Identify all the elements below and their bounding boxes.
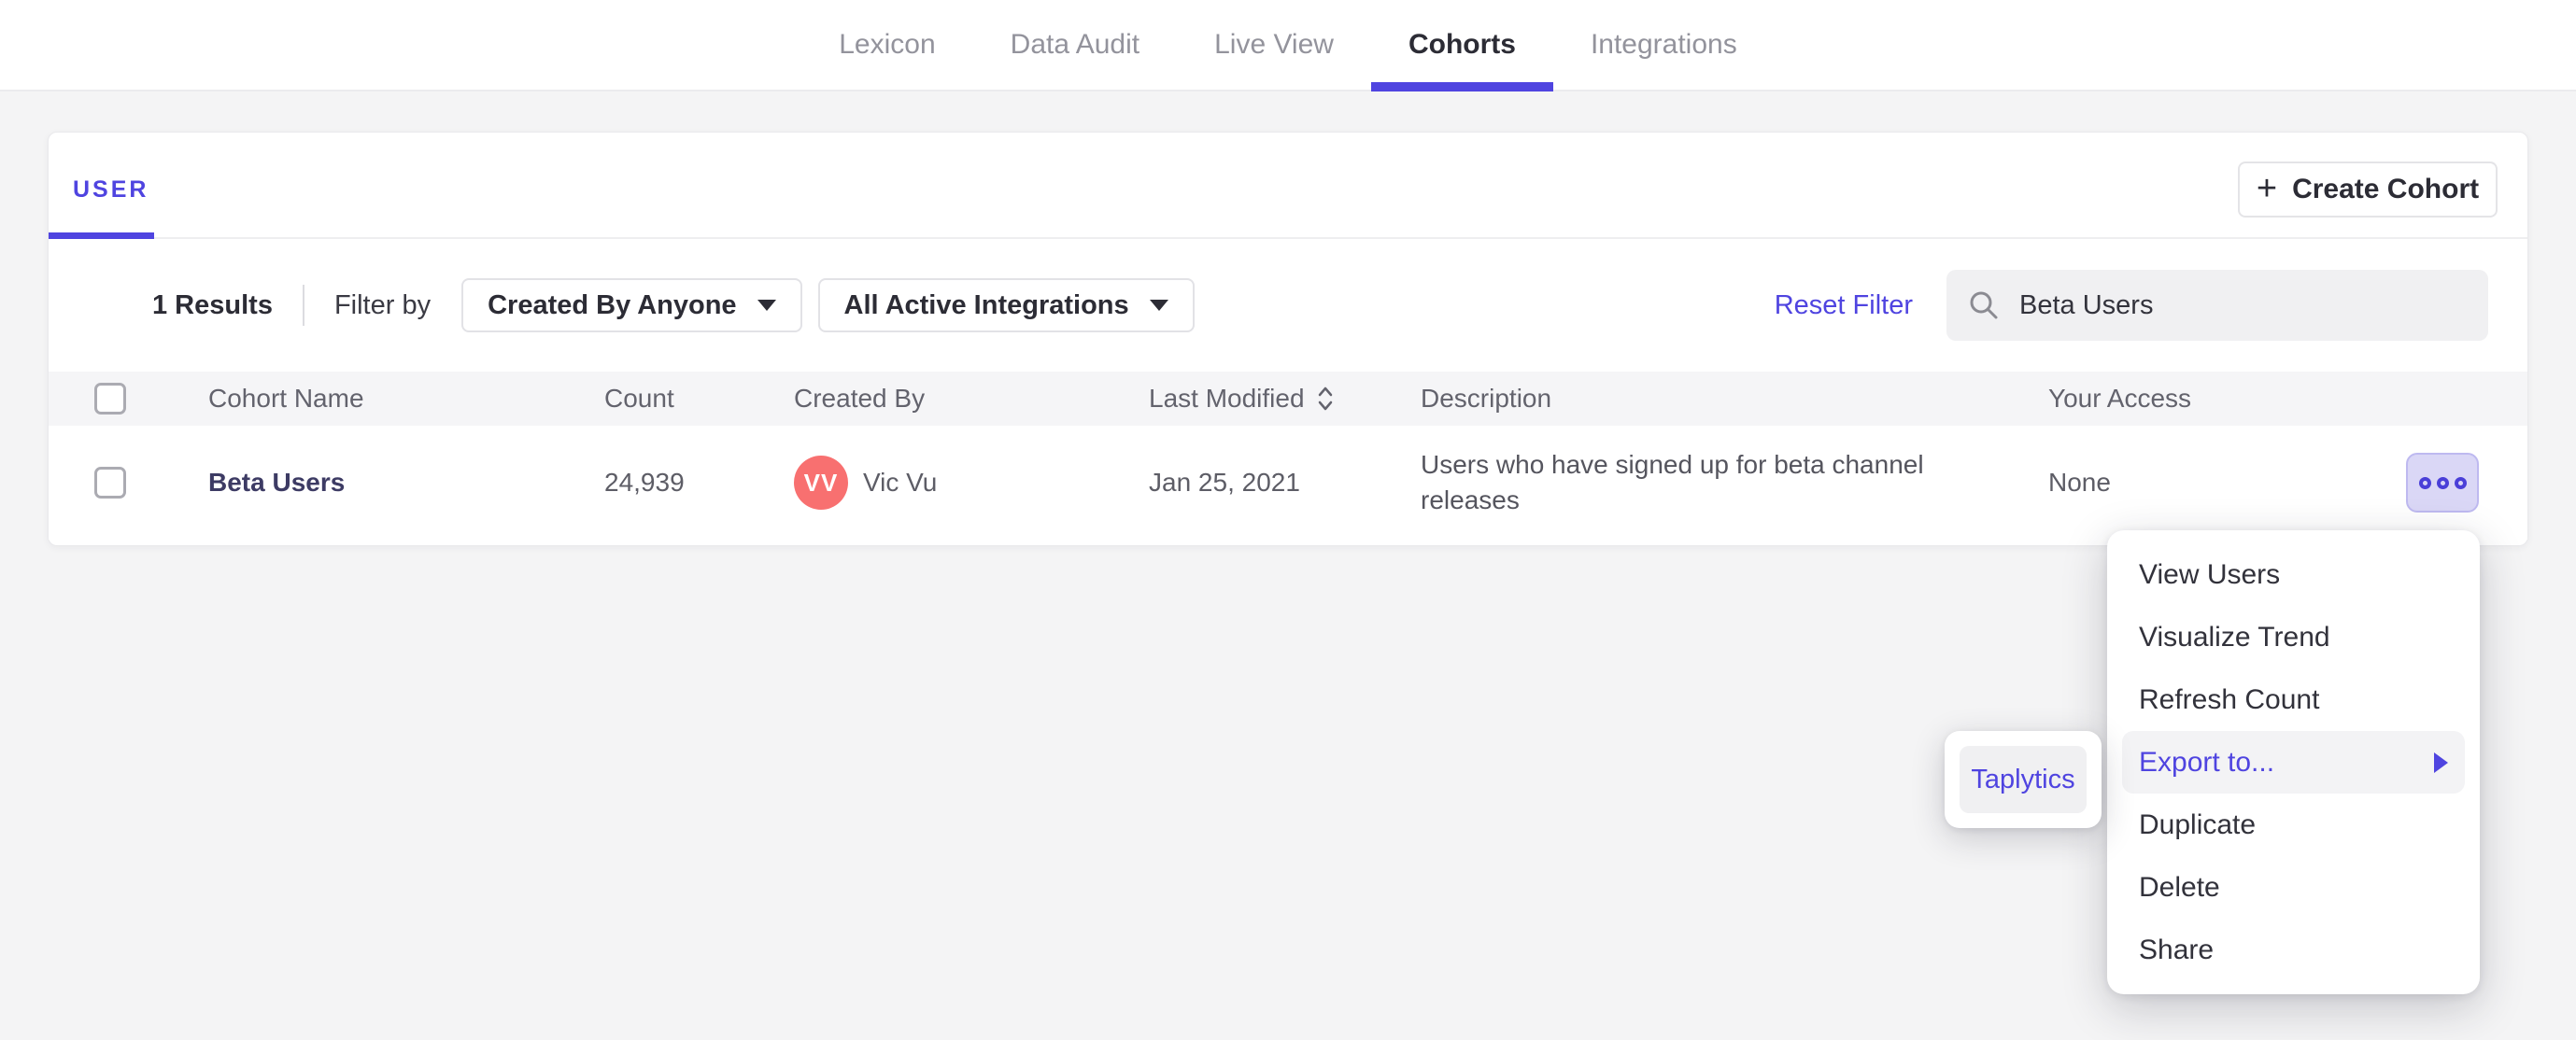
tab-data-audit[interactable]: Data Audit <box>973 0 1177 90</box>
select-all-checkbox[interactable] <box>94 383 126 415</box>
menu-item-label: Refresh Count <box>2139 683 2320 715</box>
table-header: Cohort Name Count Created By Last Modifi… <box>49 372 2527 426</box>
chevron-down-icon <box>757 300 776 311</box>
avatar: VV <box>794 456 848 510</box>
tab-lexicon[interactable]: Lexicon <box>801 0 972 90</box>
header-your-access: Your Access <box>2048 384 2192 413</box>
menu-item-duplicate[interactable]: Duplicate <box>2122 794 2465 856</box>
submenu-item-label: Taplytics <box>1971 764 2075 794</box>
row-checkbox[interactable] <box>94 467 126 499</box>
create-cohort-button[interactable]: + Create Cohort <box>2238 162 2498 218</box>
tab-live-view[interactable]: Live View <box>1177 0 1371 90</box>
menu-item-refresh-count[interactable]: Refresh Count <box>2122 668 2465 731</box>
created-by-name: Vic Vu <box>863 468 938 497</box>
created-by-dropdown[interactable]: Created By Anyone <box>461 278 802 332</box>
search-input[interactable]: Beta Users <box>1946 270 2488 341</box>
search-icon <box>1970 291 1998 319</box>
created-by-dropdown-value: Created By Anyone <box>488 289 737 320</box>
row-context-menu: View Users Visualize Trend Refresh Count… <box>2107 530 2480 994</box>
cohort-name-link[interactable]: Beta Users <box>208 468 345 498</box>
create-cohort-label: Create Cohort <box>2292 174 2480 204</box>
results-count: 1 Results <box>152 289 273 320</box>
tab-cohorts[interactable]: Cohorts <box>1370 0 1553 91</box>
more-options-button[interactable] <box>2406 453 2479 513</box>
header-last-modified-label: Last Modified <box>1149 384 1305 413</box>
filter-bar: 1 Results Filter by Created By Anyone Al… <box>49 239 2527 372</box>
last-modified-value: Jan 25, 2021 <box>1149 468 1300 497</box>
plus-icon: + <box>2256 168 2278 208</box>
description-value: Users who have signed up for beta channe… <box>1421 450 1924 514</box>
header-description: Description <box>1421 384 1552 413</box>
header-created-by: Created By <box>794 384 926 413</box>
cohorts-panel: USER + Create Cohort 1 Results Filter by… <box>48 132 2528 546</box>
menu-item-label: Duplicate <box>2139 808 2257 840</box>
header-last-modified[interactable]: Last Modified <box>1149 384 1335 414</box>
filter-by-label: Filter by <box>333 289 432 320</box>
user-tab-underline <box>49 232 154 239</box>
created-by-cell: VV Vic Vu <box>794 456 937 510</box>
tab-live-view-label: Live View <box>1214 29 1334 60</box>
tab-integrations-label: Integrations <box>1590 29 1737 60</box>
panel-tabstrip: USER + Create Cohort <box>49 133 2527 239</box>
top-navigation: Lexicon Data Audit Live View Cohorts Int… <box>0 0 2576 91</box>
sort-icon[interactable] <box>1316 384 1335 414</box>
table-row: Beta Users 24,939 VV Vic Vu Jan 25, 2021… <box>49 426 2527 540</box>
submenu-arrow-icon <box>2434 752 2448 773</box>
submenu-item-taplytics[interactable]: Taplytics <box>1960 746 2087 813</box>
search-input-value: Beta Users <box>2019 289 2154 320</box>
tab-data-audit-label: Data Audit <box>1010 29 1140 60</box>
menu-item-label: Share <box>2139 934 2215 965</box>
menu-item-label: Export to... <box>2139 746 2275 778</box>
your-access-value: None <box>2048 468 2111 497</box>
tab-cohorts-label: Cohorts <box>1408 29 1516 60</box>
menu-item-label: View Users <box>2139 558 2281 590</box>
integrations-dropdown[interactable]: All Active Integrations <box>817 278 1195 332</box>
tab-lexicon-label: Lexicon <box>839 29 936 60</box>
cohort-count: 24,939 <box>604 468 685 497</box>
export-submenu: Taplytics <box>1945 731 2102 828</box>
chevron-down-icon <box>1149 300 1168 311</box>
menu-item-label: Delete <box>2139 871 2220 903</box>
menu-item-visualize-trend[interactable]: Visualize Trend <box>2122 606 2465 668</box>
tab-user[interactable]: USER <box>73 176 149 204</box>
header-cohort-name: Cohort Name <box>208 384 364 413</box>
menu-item-view-users[interactable]: View Users <box>2122 543 2465 606</box>
menu-item-label: Visualize Trend <box>2139 621 2330 653</box>
integrations-dropdown-value: All Active Integrations <box>843 289 1129 320</box>
reset-filter-link[interactable]: Reset Filter <box>1775 290 1913 321</box>
header-count: Count <box>604 384 674 413</box>
menu-item-share[interactable]: Share <box>2122 919 2465 981</box>
menu-item-export-to[interactable]: Export to... <box>2122 731 2465 794</box>
vertical-divider <box>302 285 304 326</box>
menu-item-delete[interactable]: Delete <box>2122 856 2465 919</box>
active-tab-underline <box>1370 82 1553 91</box>
more-options-icon <box>2418 476 2431 489</box>
tab-integrations[interactable]: Integrations <box>1553 0 1775 90</box>
